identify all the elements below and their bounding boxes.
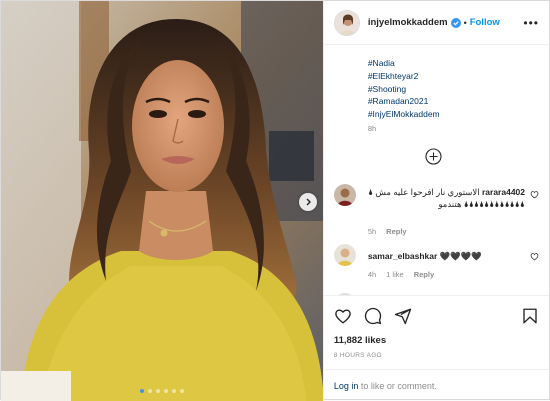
login-prompt: Log in to like or comment. <box>323 369 549 401</box>
like-count[interactable]: 11,882 likes <box>324 335 549 349</box>
post-photo[interactable] <box>1 1 323 401</box>
hashtag[interactable]: #ElEkhteyar2 <box>368 70 440 83</box>
comment-icon[interactable] <box>364 307 382 325</box>
carousel-indicator <box>1 389 323 393</box>
bookmark-icon[interactable] <box>521 307 539 325</box>
commenter-avatar[interactable] <box>333 244 356 266</box>
share-icon[interactable] <box>394 307 412 325</box>
heart-icon[interactable] <box>530 190 539 199</box>
comment-timestamp: 5h <box>367 227 377 236</box>
comment-meta: 5h Reply <box>368 227 407 236</box>
username[interactable]: injyelmokkaddem <box>368 17 448 28</box>
reply-button[interactable]: Reply <box>386 227 406 236</box>
plus-circle-icon[interactable] <box>425 148 442 165</box>
comment-item-partial <box>333 293 539 295</box>
carousel-dot <box>147 389 152 393</box>
commenter-avatar[interactable] <box>333 184 356 206</box>
heart-icon[interactable] <box>530 252 539 261</box>
instagram-post: injyelmokkaddem • Follow ••• #Nadia #ElE… <box>0 0 550 401</box>
carousel-dot <box>171 389 176 393</box>
chevron-right-icon <box>306 198 311 206</box>
comment-username[interactable]: samar_elbashkar <box>368 251 437 261</box>
follow-button[interactable]: Follow <box>470 17 500 28</box>
post-header: injyelmokkaddem • Follow ••• <box>323 1 549 45</box>
caption-timestamp: 8h <box>367 124 377 133</box>
carousel-dot <box>163 389 168 393</box>
comment-like-count[interactable]: 1 like <box>386 270 404 279</box>
post-sidebar: injyelmokkaddem • Follow ••• #Nadia #ElE… <box>322 1 549 401</box>
comment-item: samar_elbashkar 🖤🖤🖤🖤 4h 1 like Reply <box>333 244 539 282</box>
photo-illustration <box>1 1 323 401</box>
hashtag[interactable]: #Ramadan2021 <box>368 95 440 108</box>
heart-icon[interactable] <box>334 307 352 325</box>
carousel-dot <box>139 389 144 393</box>
caption: #Nadia #ElEkhteyar2 #Shooting #Ramadan20… <box>368 57 440 121</box>
comment-body: rarara4402 الاستوري نار افرحوا عليه مش 🌢… <box>368 186 525 210</box>
hashtag[interactable]: #InjyElMokkaddem <box>368 108 440 121</box>
hashtag[interactable]: #Shooting <box>368 83 440 96</box>
separator-dot: • <box>463 17 467 28</box>
login-prompt-text: to like or comment. <box>360 380 437 391</box>
comment-text: 🖤🖤🖤🖤 <box>439 251 483 261</box>
commenter-avatar[interactable] <box>333 293 356 295</box>
login-link[interactable]: Log in <box>334 381 359 391</box>
verified-icon <box>450 17 461 28</box>
carousel-dot <box>179 389 184 393</box>
hashtag[interactable]: #Nadia <box>368 57 440 70</box>
action-bar <box>323 295 549 335</box>
post-timestamp: 8 HOURS AGO <box>333 352 382 359</box>
next-photo-button[interactable] <box>299 193 317 211</box>
comment-item: rarara4402 الاستوري نار افرحوا عليه مش 🌢… <box>333 184 539 239</box>
avatar[interactable] <box>333 9 360 36</box>
comment-body: samar_elbashkar 🖤🖤🖤🖤 <box>368 250 525 262</box>
comments-section: #Nadia #ElEkhteyar2 #Shooting #Ramadan20… <box>324 45 549 295</box>
carousel-dot <box>155 389 160 393</box>
comment-timestamp: 4h <box>367 270 377 279</box>
comment-username[interactable]: rarara4402 <box>482 187 525 197</box>
comment-meta: 4h 1 like Reply <box>368 270 434 279</box>
reply-button[interactable]: Reply <box>414 270 434 279</box>
more-options-button[interactable]: ••• <box>523 16 539 30</box>
